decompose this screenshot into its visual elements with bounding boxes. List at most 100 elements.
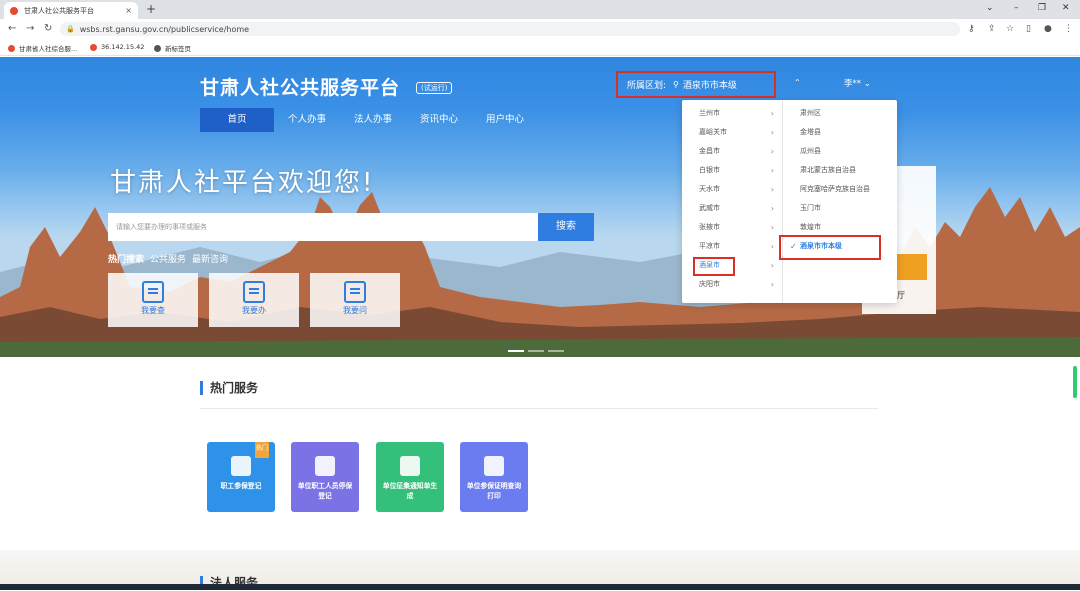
city-item[interactable]: 张掖市 › (682, 218, 782, 237)
new-tab-button[interactable]: + (146, 2, 156, 16)
district-item[interactable]: 瓜州县 (783, 142, 897, 161)
district-item[interactable]: 肃州区 (783, 104, 897, 123)
hot-link[interactable]: 公共服务 (150, 252, 186, 265)
chevron-right-icon: › (770, 185, 774, 194)
ask-button[interactable]: 我要问 (310, 273, 400, 327)
panel-text: 厅 (897, 291, 905, 300)
section-title: 热门服务 (210, 381, 259, 395)
bookmarks-bar: 甘肃省人社综合服... 36.142.15.42 新标签页 (0, 39, 1080, 56)
city-item[interactable]: 嘉峪关市 › (682, 123, 782, 142)
main-nav: 首页 个人办事 法人办事 资讯中心 用户中心 (200, 108, 538, 132)
tab-title: 甘肃人社公共服务平台 (24, 6, 94, 15)
district-item[interactable]: 阿克塞哈萨克族自治县 (783, 180, 897, 199)
chevron-right-icon: › (770, 223, 774, 232)
city-item[interactable]: 平凉市 › (682, 237, 782, 256)
lock-icon: 🔒 (66, 25, 75, 33)
district-highlight-box (779, 235, 881, 260)
profile-icon[interactable]: ● (1044, 24, 1052, 34)
chevron-up-icon[interactable]: ⌃ (794, 78, 801, 87)
chevron-right-icon: › (770, 147, 774, 156)
os-taskbar (0, 584, 1080, 590)
service-card[interactable]: 热门 职工参保登记 (207, 442, 275, 512)
share-icon[interactable]: ⇪ (988, 24, 996, 34)
nav-news[interactable]: 资讯中心 (406, 108, 472, 132)
chevron-right-icon: › (770, 242, 774, 251)
hot-services-header: 热门服务 (200, 379, 258, 396)
reload-icon[interactable]: ↻ (44, 23, 52, 34)
star-icon[interactable]: ☆ (1006, 24, 1014, 34)
chevron-right-icon: › (770, 204, 774, 213)
bookmark-favicon-icon (90, 43, 97, 51)
bookmark-favicon-icon (8, 44, 15, 52)
bookmark-item[interactable]: 新标签页 (154, 43, 191, 53)
district-item[interactable]: 肃北蒙古族自治县 (783, 161, 897, 180)
district-item[interactable]: 金塔县 (783, 123, 897, 142)
tab-close-icon[interactable]: × (125, 6, 132, 15)
desk-person-icon (400, 456, 420, 476)
nav-personal[interactable]: 个人办事 (274, 108, 340, 132)
section-accent-bar (200, 380, 203, 395)
site-logo[interactable]: 甘肃人社公共服务平台 (200, 73, 400, 100)
url-text: wsbs.rst.gansu.gov.cn/publicservice/home (79, 24, 250, 34)
bookmark-item[interactable]: 甘肃省人社综合服... (8, 43, 77, 53)
city-item[interactable]: 兰州市 › (682, 104, 782, 123)
hot-link[interactable]: 热门搜索 (108, 252, 144, 265)
hot-link[interactable]: 最新咨询 (192, 252, 228, 265)
site-favicon-icon (10, 6, 18, 15)
city-highlight-box (693, 257, 735, 276)
location-pin-icon: ⚲ (673, 80, 679, 89)
region-label: 所属区划: (627, 81, 667, 91)
region-value: 酒泉市市本级 (682, 81, 737, 91)
city-item[interactable]: 庆阳市 › (682, 275, 782, 294)
search-button[interactable]: 搜索 (538, 213, 594, 241)
city-item[interactable]: 天水市 › (682, 180, 782, 199)
address-bar: ← → ↻ 🔒 wsbs.rst.gansu.gov.cn/publicserv… (0, 19, 1080, 39)
district-list: 肃州区 金塔县 瓜州县 肃北蒙古族自治县 阿克塞哈萨克族自治县 玉门市 敦煌市 … (783, 104, 897, 256)
nav-home[interactable]: 首页 (200, 108, 274, 132)
question-document-icon (344, 281, 366, 303)
key-icon[interactable]: ⚷ (968, 24, 975, 34)
service-search-input[interactable]: 请输入您要办理的事项或服务 (108, 213, 538, 241)
sidebar-icon[interactable]: ▯ (1026, 24, 1031, 34)
district-item[interactable]: 玉门市 (783, 199, 897, 218)
service-card[interactable]: 单位职工人员停保登记 (291, 442, 359, 512)
globe-icon (154, 44, 161, 52)
service-card[interactable]: 单位参保证明查询打印 (460, 442, 528, 512)
login-button[interactable] (897, 254, 927, 280)
search-document-icon (142, 281, 164, 303)
query-button[interactable]: 我要查 (108, 273, 198, 327)
browser-tab[interactable]: 甘肃人社公共服务平台 × (4, 2, 138, 19)
city-item[interactable]: 金昌市 › (682, 142, 782, 161)
city-item[interactable]: 武威市 › (682, 199, 782, 218)
scrollbar-thumb[interactable] (1073, 366, 1077, 398)
region-selector[interactable]: 所属区划: ⚲ 酒泉市市本级 (616, 71, 776, 98)
chevron-down-icon: ⌄ (863, 79, 871, 89)
hot-links: 热门搜索 公共服务 最新咨询 (108, 252, 228, 265)
briefcase-icon (315, 456, 335, 476)
city-item[interactable]: 白银市 › (682, 161, 782, 180)
chevron-right-icon: › (770, 261, 774, 270)
back-icon[interactable]: ← (8, 23, 16, 34)
forward-icon[interactable]: → (26, 23, 34, 34)
bookmark-item[interactable]: 36.142.15.42 (90, 43, 144, 51)
browser-tab-bar: 甘肃人社公共服务平台 × + ⌄ – ❐ ✕ (0, 0, 1080, 19)
service-card[interactable]: 单位征集通知单生成 (376, 442, 444, 512)
menu-icon[interactable]: ⋮ (1064, 24, 1073, 34)
nav-user-center[interactable]: 用户中心 (472, 108, 538, 132)
trial-badge: (试运行) (416, 82, 453, 94)
chevron-right-icon: › (770, 166, 774, 175)
user-menu[interactable]: 李** ⌄ (844, 77, 871, 89)
restore-icon[interactable]: ❐ (1038, 3, 1046, 13)
chevron-right-icon: › (770, 280, 774, 289)
user-name: 李** (844, 79, 862, 89)
tab-search-icon[interactable]: ⌄ (986, 3, 994, 13)
apply-button[interactable]: 我要办 (209, 273, 299, 327)
url-field[interactable]: 🔒 wsbs.rst.gansu.gov.cn/publicservice/ho… (60, 22, 960, 36)
carousel-indicators[interactable] (508, 350, 564, 352)
minimize-icon[interactable]: – (1014, 3, 1019, 13)
document-icon (484, 456, 504, 476)
hot-badge: 热门 (255, 442, 269, 458)
house-icon (231, 456, 251, 476)
close-window-icon[interactable]: ✕ (1062, 3, 1070, 13)
nav-corporate[interactable]: 法人办事 (340, 108, 406, 132)
